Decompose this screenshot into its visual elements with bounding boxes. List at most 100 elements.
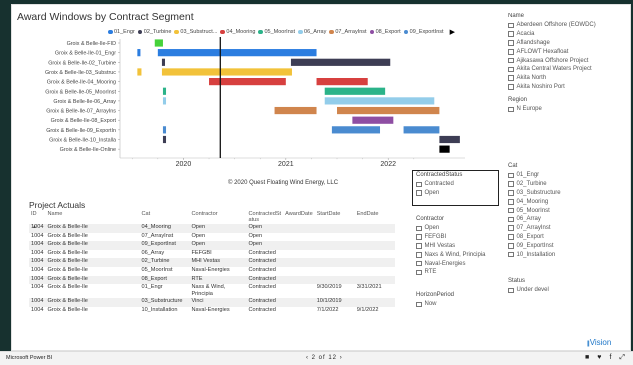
- gantt-bar[interactable]: [324, 97, 435, 105]
- checkbox[interactable]: [508, 225, 514, 231]
- gantt-bar[interactable]: [162, 126, 167, 134]
- table-row[interactable]: 1004 Groix & Belle-Ile 10_Installation Nava…: [29, 307, 395, 316]
- checkbox[interactable]: [508, 234, 514, 240]
- slicer-option[interactable]: Akita Noshiro Port: [508, 83, 620, 92]
- gantt-bar[interactable]: [137, 68, 142, 76]
- gantt-bar[interactable]: [439, 145, 450, 153]
- checkbox[interactable]: [416, 269, 422, 276]
- gantt-bar[interactable]: [337, 106, 440, 115]
- slicer-option[interactable]: Naval-Energies: [416, 259, 486, 268]
- gantt-bar[interactable]: [157, 49, 317, 57]
- gantt-bar[interactable]: [161, 68, 292, 76]
- checkbox[interactable]: [508, 181, 514, 187]
- column-header[interactable]: Contractor: [189, 210, 246, 224]
- slicer-option[interactable]: RTE: [416, 268, 486, 277]
- slicer-option[interactable]: 09_ExportInst: [508, 241, 561, 250]
- checkbox[interactable]: [508, 31, 514, 37]
- column-header[interactable]: StartDate: [315, 210, 355, 224]
- column-header[interactable]: ID: [29, 210, 45, 224]
- slicer-option[interactable]: FEFGBI: [416, 233, 486, 242]
- checkbox[interactable]: [508, 40, 514, 46]
- slicer-option[interactable]: Naxs & Wind, Principia: [416, 250, 486, 259]
- checkbox[interactable]: [508, 190, 514, 196]
- slicer-option[interactable]: Acacia: [508, 30, 620, 39]
- column-header[interactable]: AwardDate: [283, 210, 315, 224]
- checkbox[interactable]: [508, 22, 514, 29]
- gantt-bar[interactable]: [162, 135, 167, 144]
- checkbox[interactable]: [508, 106, 514, 113]
- checkbox[interactable]: [508, 84, 514, 90]
- table-row[interactable]: 1004 Groix & Belle-Ile 08_Export RTE Contrac…: [29, 275, 395, 285]
- checkbox[interactable]: [416, 252, 422, 258]
- slicer-option[interactable]: 07_ArrayInst: [508, 224, 561, 233]
- table-row[interactable]: 1004 Groix & Belle-Ile 03_Substructure Vinc…: [29, 298, 395, 307]
- column-header[interactable]: EndDate: [355, 210, 395, 224]
- slicer-option[interactable]: AFLOWT Hexafloat: [508, 47, 620, 56]
- prev-page-button[interactable]: ‹: [306, 355, 309, 361]
- gantt-bar[interactable]: [274, 106, 317, 115]
- slicer-option[interactable]: MHI Vestas: [416, 242, 486, 251]
- checkbox[interactable]: [508, 207, 514, 214]
- slicer-option[interactable]: 08_Export: [508, 233, 561, 242]
- slicer-option[interactable]: N Europe: [508, 105, 542, 114]
- table-row[interactable]: 1004 Groix & Belle-Ile 09_ExportInst Open Op…: [29, 241, 395, 250]
- column-header[interactable]: ContractedSt atus: [246, 210, 283, 224]
- checkbox[interactable]: [508, 199, 514, 205]
- sort-ascending-icon[interactable]: ▲: [32, 224, 37, 230]
- checkbox[interactable]: [416, 243, 422, 249]
- slicer-option[interactable]: Akita Central Waters Project: [508, 65, 620, 74]
- gantt-bar[interactable]: [352, 116, 394, 124]
- slicer-option[interactable]: 05_MoorInst: [508, 206, 561, 215]
- facebook-icon[interactable]: f: [609, 354, 611, 362]
- checkbox[interactable]: [508, 75, 514, 81]
- table-row[interactable]: 1004 Groix & Belle-Ile 04_Mooring Open Open: [29, 224, 395, 233]
- slicer-option[interactable]: 04_Mooring: [508, 197, 561, 206]
- slicer-option[interactable]: 03_Substructure: [508, 189, 561, 198]
- slicer-option[interactable]: 01_Engr: [508, 171, 561, 180]
- checkbox[interactable]: [508, 251, 514, 258]
- checkbox[interactable]: [508, 216, 514, 223]
- twitter-icon[interactable]: ♥: [597, 354, 601, 362]
- checkbox[interactable]: [416, 181, 422, 188]
- gantt-bar[interactable]: [137, 49, 141, 57]
- column-header[interactable]: Cat: [139, 210, 189, 224]
- gantt-bar[interactable]: [403, 126, 440, 134]
- fullscreen-icon[interactable]: ⤢: [619, 354, 625, 362]
- share-icon[interactable]: ■: [585, 354, 589, 362]
- column-header[interactable]: Name: [45, 210, 139, 224]
- slicer-option[interactable]: 10_Installation: [508, 250, 561, 259]
- checkbox[interactable]: [508, 287, 514, 294]
- slicer-option[interactable]: Under devel: [508, 286, 549, 295]
- gantt-bar[interactable]: [290, 58, 391, 66]
- checkbox[interactable]: [416, 260, 422, 267]
- slicer-option[interactable]: Contracted: [416, 180, 462, 189]
- slicer-option[interactable]: Akita North: [508, 74, 620, 83]
- slicer-option[interactable]: Open: [416, 224, 486, 233]
- gantt-bar[interactable]: [161, 58, 166, 66]
- gantt-bar[interactable]: [324, 87, 386, 95]
- checkbox[interactable]: [508, 66, 514, 73]
- checkbox[interactable]: [416, 301, 422, 308]
- slicer-option[interactable]: 06_Array: [508, 215, 561, 224]
- gantt-bar[interactable]: [439, 135, 460, 144]
- checkbox[interactable]: [416, 234, 422, 240]
- checkbox[interactable]: [508, 243, 514, 249]
- slicer-option[interactable]: Aflandshage: [508, 39, 620, 48]
- gantt-bar[interactable]: [154, 39, 163, 47]
- checkbox[interactable]: [416, 190, 422, 196]
- checkbox[interactable]: [508, 57, 514, 64]
- table-row[interactable]: 1004 Groix & Belle-Ile 07_ArrayInst Open Ope…: [29, 233, 395, 242]
- gantt-bar[interactable]: [162, 87, 167, 95]
- checkbox[interactable]: [508, 49, 514, 55]
- table-row[interactable]: 1004 Groix & Belle-Ile 05_MoorInst Naval-En…: [29, 267, 395, 276]
- gantt-bar[interactable]: [316, 78, 368, 86]
- table-row[interactable]: 1004 Groix & Belle-Ile 02_Turbine MHI Vesta…: [29, 258, 395, 267]
- slicer-option[interactable]: Open: [416, 189, 462, 198]
- slicer-option[interactable]: Now: [416, 300, 454, 309]
- table-row[interactable]: 1004 Groix & Belle-Ile 06_Array FEFGBI Contr…: [29, 250, 395, 259]
- table-row[interactable]: 1004 Groix & Belle-Ile 01_Engr Naxs & Wind,…: [29, 284, 395, 298]
- next-page-button[interactable]: ›: [340, 355, 343, 361]
- gantt-bar[interactable]: [162, 97, 167, 105]
- checkbox[interactable]: [416, 225, 422, 232]
- checkbox[interactable]: [508, 172, 514, 179]
